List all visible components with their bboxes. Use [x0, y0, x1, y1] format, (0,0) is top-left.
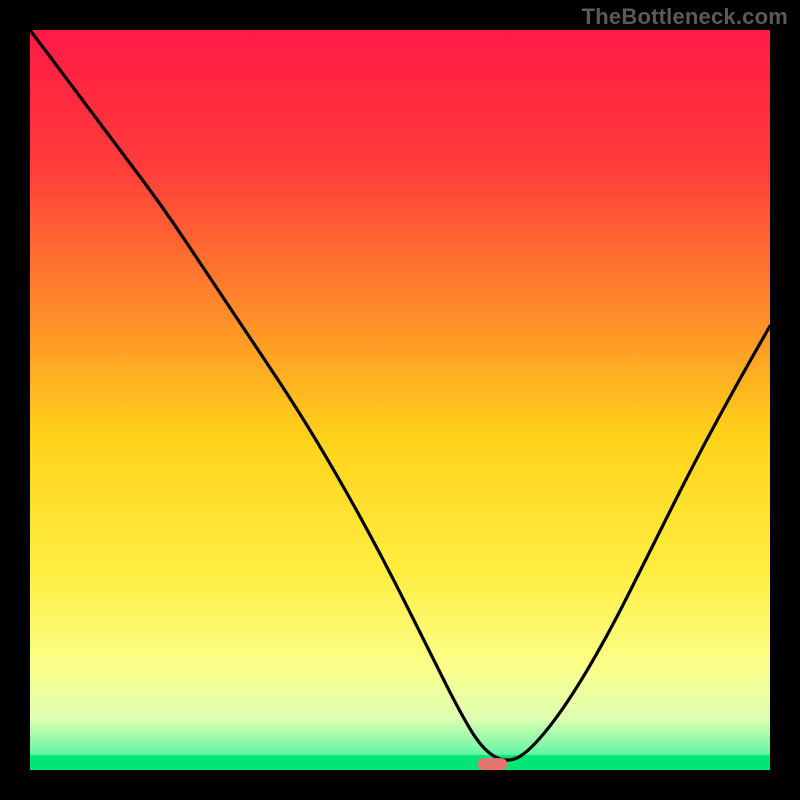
plot-background	[30, 30, 770, 770]
watermark-label: TheBottleneck.com	[582, 4, 788, 30]
bottleneck-chart	[0, 0, 800, 800]
green-baseline-band	[30, 755, 770, 770]
optimal-marker	[478, 758, 508, 770]
chart-container: TheBottleneck.com	[0, 0, 800, 800]
